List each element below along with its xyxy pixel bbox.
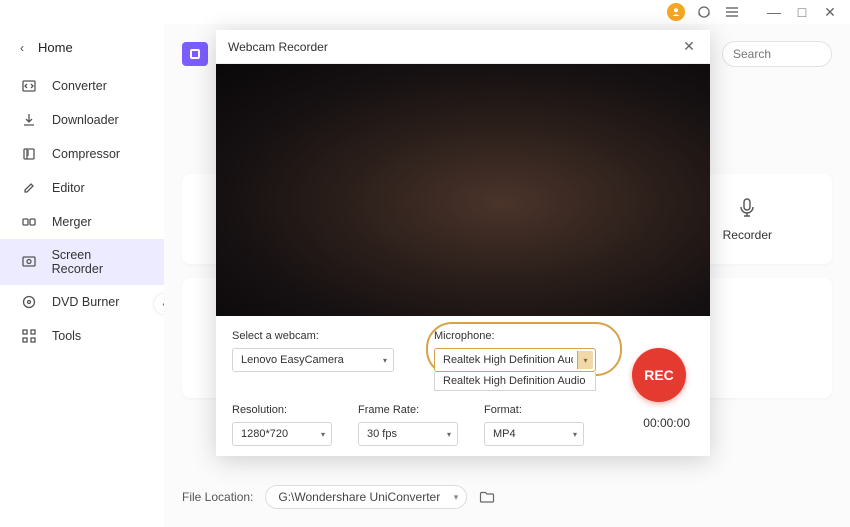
compressor-icon [20, 146, 38, 162]
sidebar-item-tools[interactable]: Tools [0, 319, 164, 353]
framerate-select[interactable]: 30 fps ▾ [358, 422, 458, 446]
sidebar-item-dvd-burner[interactable]: DVD Burner [0, 285, 164, 319]
window-maximize-button[interactable]: □ [792, 2, 812, 22]
microphone-select[interactable]: Realtek High Definition Audio ▾ [434, 348, 596, 372]
webcam-preview [216, 64, 710, 316]
file-location-select[interactable]: G:\Wondershare UniConverter ▾ [265, 485, 467, 509]
webcam-recorder-modal: Webcam Recorder ✕ Select a webcam: Lenov… [216, 30, 710, 456]
file-location-row: File Location: G:\Wondershare UniConvert… [182, 485, 495, 509]
modal-title: Webcam Recorder [228, 40, 328, 54]
merger-icon [20, 214, 38, 230]
format-select[interactable]: MP4 ▾ [484, 422, 584, 446]
sidebar-item-compressor[interactable]: Compressor [0, 137, 164, 171]
dvd-burner-icon [20, 294, 38, 310]
sidebar-item-downloader[interactable]: Downloader [0, 103, 164, 137]
framerate-label: Frame Rate: [358, 404, 458, 416]
microphone-value: Realtek High Definition Audio [443, 354, 573, 366]
sidebar-item-editor[interactable]: Editor [0, 171, 164, 205]
chevron-down-icon: ▾ [383, 356, 387, 365]
window-titlebar: — □ ✕ [0, 0, 850, 24]
sidebar-item-label: Editor [52, 181, 85, 195]
resolution-label: Resolution: [232, 404, 332, 416]
user-avatar[interactable] [666, 2, 686, 22]
screen-recorder-icon [20, 254, 38, 270]
microphone-icon [735, 196, 759, 220]
sidebar-item-label: Compressor [52, 147, 120, 161]
sidebar-item-merger[interactable]: Merger [0, 205, 164, 239]
framerate-value: 30 fps [367, 428, 397, 440]
converter-icon [20, 78, 38, 94]
webcam-select[interactable]: Lenovo EasyCamera ▾ [232, 348, 394, 372]
sidebar-item-label: Merger [52, 215, 92, 229]
webcam-label: Select a webcam: [232, 330, 394, 342]
chevron-down-icon: ▾ [447, 430, 451, 439]
modal-close-button[interactable]: ✕ [680, 38, 698, 55]
microphone-option-label: Realtek High Definition Audio [443, 375, 585, 387]
hamburger-menu-icon[interactable] [722, 2, 742, 22]
support-icon[interactable] [694, 2, 714, 22]
sidebar: ‹ Home Converter Downloader Compressor E… [0, 24, 164, 527]
sidebar-item-label: Tools [52, 329, 81, 343]
sidebar-item-label: Screen Recorder [52, 248, 144, 276]
search-input[interactable] [722, 41, 832, 67]
format-value: MP4 [493, 428, 516, 440]
window-close-button[interactable]: ✕ [820, 2, 840, 22]
sidebar-item-label: Converter [52, 79, 107, 93]
resolution-select[interactable]: 1280*720 ▾ [232, 422, 332, 446]
downloader-icon [20, 112, 38, 128]
feature-label: Recorder [723, 228, 772, 242]
record-button-label: REC [644, 367, 674, 383]
format-label: Format: [484, 404, 584, 416]
chevron-left-icon: ‹ [20, 41, 24, 55]
resolution-value: 1280*720 [241, 428, 288, 440]
chevron-down-icon: ▾ [577, 351, 593, 369]
sidebar-item-screen-recorder[interactable]: Screen Recorder [0, 239, 164, 285]
back-home[interactable]: ‹ Home [0, 34, 164, 69]
back-label: Home [38, 40, 73, 55]
recording-timer: 00:00:00 [643, 416, 690, 430]
sidebar-item-converter[interactable]: Converter [0, 69, 164, 103]
chevron-down-icon: ▾ [454, 492, 459, 503]
record-button[interactable]: REC [632, 348, 686, 402]
chevron-down-icon: ▾ [573, 430, 577, 439]
sidebar-item-label: DVD Burner [52, 295, 119, 309]
file-location-value: G:\Wondershare UniConverter [278, 490, 440, 504]
editor-icon [20, 180, 38, 196]
app-logo-icon [182, 42, 208, 66]
webcam-value: Lenovo EasyCamera [241, 354, 344, 366]
open-folder-button[interactable] [479, 490, 495, 504]
window-minimize-button[interactable]: — [764, 2, 784, 22]
feature-audio-recorder[interactable]: Recorder [723, 196, 772, 242]
microphone-label: Microphone: [434, 330, 596, 342]
chevron-down-icon: ▾ [321, 430, 325, 439]
sidebar-item-label: Downloader [52, 113, 119, 127]
microphone-dropdown-option[interactable]: Realtek High Definition Audio [434, 372, 596, 391]
tools-icon [20, 328, 38, 344]
file-location-label: File Location: [182, 490, 253, 504]
